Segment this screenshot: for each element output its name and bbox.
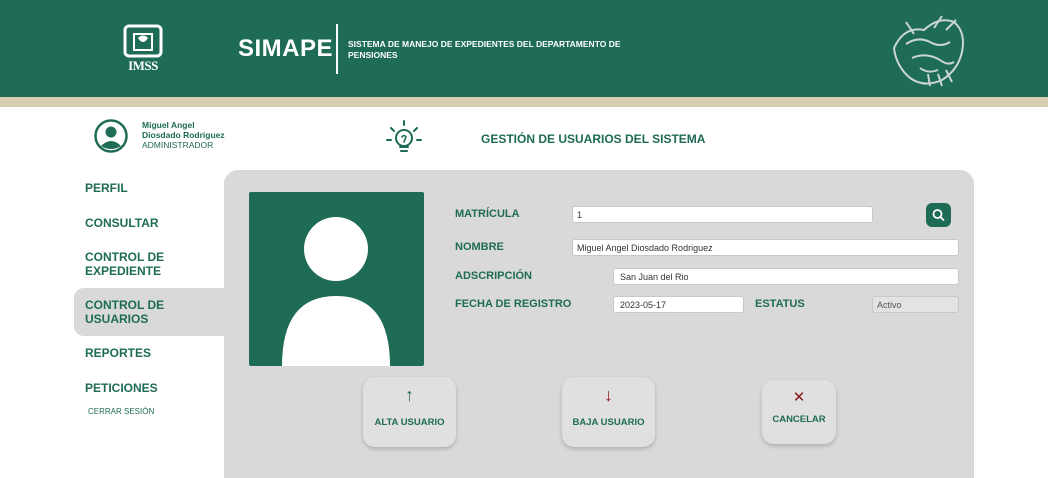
nav-item-label: REPORTES [85, 346, 152, 360]
app-name: SIMAPE [238, 35, 334, 62]
app-description: SISTEMA DE MANEJO DE EXPEDIENTES DEL DEP… [348, 39, 621, 60]
alta-usuario-button[interactable]: ↑ ALTA USUARIO [363, 377, 456, 447]
national-emblem-icon [892, 15, 964, 87]
search-icon [932, 209, 945, 221]
header-divider [336, 24, 338, 74]
estatus-label: ESTATUS [755, 298, 805, 310]
nav-item-label: PETICIONES [85, 381, 158, 395]
nav-item-label: CONSULTAR [85, 216, 159, 230]
user-avatar-icon [94, 119, 128, 153]
nombre-label: NOMBRE [455, 241, 504, 253]
user-name-line1: Miguel Angel [142, 120, 195, 130]
baja-usuario-button[interactable]: ↓ BAJA USUARIO [562, 377, 655, 447]
nav-item-control-usuarios[interactable]: CONTROL DE USUARIOS [85, 298, 164, 326]
arrow-up-icon: ↑ [405, 385, 414, 405]
nombre-input[interactable]: Miguel Angel Diosdado Rodriguez [572, 239, 959, 256]
user-photo-placeholder-icon [282, 217, 390, 366]
app-header: IMSS SIMAPE SISTEMA DE MANEJO DE EXPEDIE… [0, 0, 1048, 97]
matricula-input[interactable]: 1 [572, 206, 873, 223]
user-role: ADMINISTRADOR [142, 140, 214, 150]
nav-item-consultar[interactable]: CONSULTAR [85, 216, 159, 230]
header-accent-bar [0, 97, 1048, 107]
alta-usuario-label: ALTA USUARIO [374, 417, 445, 428]
page-title: GESTIÓN DE USUARIOS DEL SISTEMA [481, 132, 706, 146]
user-name-line2: Diosdado Rodriguez [142, 130, 225, 140]
lightbulb-icon [386, 120, 422, 152]
fecha-registro-input[interactable]: 2023-05-17 [613, 296, 744, 313]
user-photo [249, 192, 424, 366]
close-icon: ✕ [792, 389, 806, 406]
nav-item-label: USUARIOS [85, 312, 149, 326]
nav-item-label: EXPEDIENTE [85, 264, 162, 278]
nav-item-perfil[interactable]: PERFIL [85, 181, 128, 195]
arrow-down-icon: ↓ [604, 385, 613, 405]
nav-item-reportes[interactable]: REPORTES [85, 346, 151, 360]
nav-item-control-expediente[interactable]: CONTROL DE EXPEDIENTE [85, 250, 164, 278]
user-info: Miguel Angel Diosdado Rodriguez ADMINIST… [142, 120, 225, 150]
nav-item-label: PERFIL [85, 181, 128, 195]
nav-item-label: CONTROL DE [85, 298, 165, 312]
logo-text: IMSS [128, 58, 158, 73]
nav-item-peticiones[interactable]: PETICIONES [85, 381, 158, 395]
logout-link[interactable]: CERRAR SESIÓN [88, 407, 154, 416]
nav-item-label: CONTROL DE [85, 250, 165, 264]
adscripcion-input[interactable]: San Juan del Rio [613, 268, 959, 285]
estatus-field: Activo [872, 296, 959, 313]
cancelar-button[interactable]: ✕ CANCELAR [762, 380, 836, 444]
adscripcion-label: ADSCRIPCIÓN [455, 270, 533, 282]
cancelar-label: CANCELAR [772, 414, 826, 425]
matricula-label: MATRÍCULA [455, 208, 520, 220]
search-button[interactable] [926, 203, 951, 227]
baja-usuario-label: BAJA USUARIO [572, 417, 645, 428]
fecha-registro-label: FECHA DE REGISTRO [455, 298, 572, 310]
